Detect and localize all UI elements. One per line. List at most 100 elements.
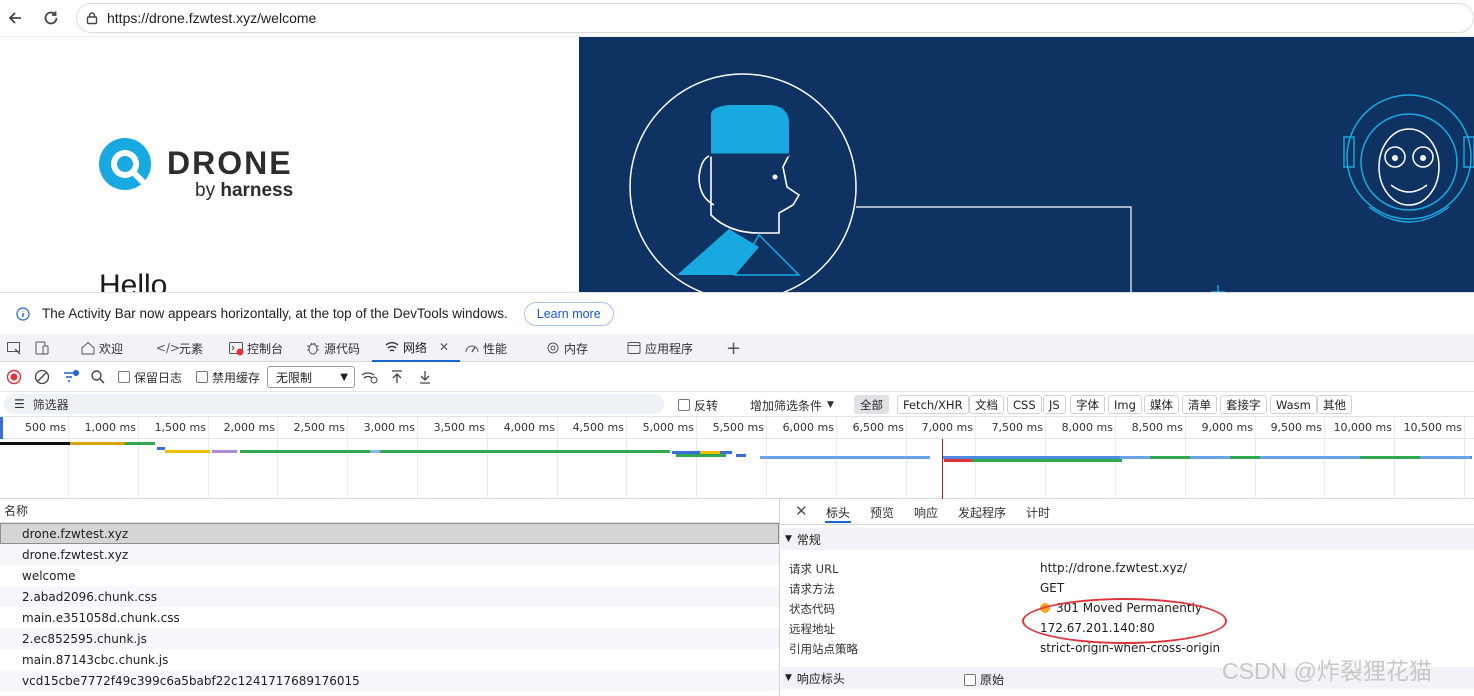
request-row[interactable]: drone.fzwtest.xyz: [0, 523, 779, 544]
filter-chip-all[interactable]: 全部: [854, 395, 889, 414]
timeline-waterfall-bar: [972, 459, 1122, 462]
address-bar[interactable]: https://drone.fzwtest.xyz/welcome: [76, 3, 1474, 33]
filter-toggle-button[interactable]: [62, 368, 80, 386]
header-value-text: http://drone.fzwtest.xyz/: [1040, 561, 1187, 575]
request-row[interactable]: vcd15cbe7772f49c399c6a5babf22c1241717689…: [0, 670, 779, 691]
request-row[interactable]: main.87143cbc.chunk.js: [0, 649, 779, 670]
welcome-left-pane: DRONE by harness Hello: [0, 37, 579, 292]
inspect-icon: [6, 340, 22, 356]
device-toolbar-button[interactable]: [34, 334, 50, 362]
raw-checkbox[interactable]: 原始: [964, 671, 1004, 688]
timeline-waterfall-bar: [760, 456, 930, 459]
request-row[interactable]: drone.fzwtest.xyz: [0, 544, 779, 565]
export-har-button[interactable]: [417, 368, 433, 386]
invert-checkbox[interactable]: 反转: [678, 396, 718, 414]
record-stop-icon: [6, 369, 22, 385]
filter-input[interactable]: ☰ 筛选器: [4, 394, 664, 414]
timeline-waterfall-bar: [212, 450, 237, 453]
filter-icon: [64, 370, 79, 382]
tab-performance[interactable]: 性能: [464, 334, 507, 362]
filter-chip-doc[interactable]: 文档: [969, 395, 1004, 414]
request-rows: drone.fzwtest.xyz drone.fzwtest.xyz welcom…: [0, 523, 779, 691]
preserve-log-box[interactable]: [118, 371, 130, 383]
device-icon: [34, 340, 50, 356]
timeline-waterfall-bar: [0, 442, 70, 445]
timeline-waterfall-bar: [944, 459, 972, 462]
timeline-waterfall-bar: [1150, 456, 1190, 459]
request-row[interactable]: 2.ec852595.chunk.js: [0, 628, 779, 649]
timeline-left-handle[interactable]: [0, 417, 3, 439]
close-tab-icon[interactable]: ✕: [436, 339, 452, 355]
timeline-gridline: [557, 417, 558, 499]
load-event-marker: [942, 439, 943, 499]
filter-chip-font[interactable]: 字体: [1070, 395, 1105, 414]
tab-console[interactable]: 控制台: [228, 334, 283, 362]
add-tab-button[interactable]: +: [726, 334, 741, 362]
timeline-gridline: [696, 417, 697, 499]
network-conditions-button[interactable]: [361, 368, 379, 386]
raw-box[interactable]: [964, 673, 976, 686]
bug-icon: [305, 340, 321, 356]
tab-memory[interactable]: 内存: [545, 334, 588, 362]
back-button[interactable]: [3, 6, 27, 30]
learn-more-button[interactable]: Learn more: [523, 301, 614, 326]
url-text[interactable]: https://drone.fzwtest.xyz/welcome: [107, 10, 316, 26]
timeline-waterfall-bar: [240, 450, 670, 453]
header-value-text: GET: [1040, 581, 1065, 595]
tab-preview[interactable]: 预览: [870, 504, 894, 521]
request-row[interactable]: main.e351058d.chunk.css: [0, 607, 779, 628]
filter-chip-fetch-xhr[interactable]: Fetch/XHR: [897, 395, 969, 414]
filter-chip-css[interactable]: CSS: [1007, 395, 1042, 414]
general-section-header[interactable]: ▼ 常规: [781, 528, 1474, 550]
console-icon: [228, 340, 244, 356]
tab-elements[interactable]: </> 元素: [155, 334, 203, 362]
timeline-waterfall-bar: [700, 451, 720, 454]
timeline-waterfall-bar: [125, 442, 155, 445]
throttling-select[interactable]: 无限制 ▼: [267, 366, 355, 388]
close-details-icon[interactable]: ✕: [795, 502, 808, 520]
timeline-waterfall-bar: [70, 442, 125, 445]
filter-chip-manifest[interactable]: 清单: [1182, 395, 1217, 414]
search-button[interactable]: [90, 368, 106, 386]
tab-headers[interactable]: 标头: [825, 504, 852, 523]
record-button[interactable]: [6, 368, 22, 386]
invert-box[interactable]: [678, 399, 690, 411]
column-header-name[interactable]: 名称: [0, 499, 779, 523]
filter-chip-js[interactable]: JS: [1043, 395, 1066, 414]
filter-chip-socket[interactable]: 套接字: [1220, 395, 1267, 414]
tab-sources[interactable]: 源代码: [305, 334, 360, 362]
code-brackets-icon: </>: [155, 341, 181, 355]
import-har-button[interactable]: [389, 368, 405, 386]
tab-application[interactable]: 应用程序: [626, 334, 693, 362]
tab-network[interactable]: 网络 ✕: [372, 334, 461, 362]
tab-timing[interactable]: 计时: [1026, 504, 1050, 521]
window-icon: [626, 340, 642, 356]
filter-chip-other[interactable]: 其他: [1317, 395, 1352, 414]
astronaut-illustration-icon: [629, 73, 1474, 292]
lock-icon[interactable]: [85, 11, 99, 25]
timeline-gridline: [347, 417, 348, 499]
tab-welcome[interactable]: 欢迎: [80, 334, 123, 362]
request-row[interactable]: 2.abad2096.chunk.css: [0, 586, 779, 607]
disable-cache-box[interactable]: [196, 371, 208, 383]
more-filters-dropdown[interactable]: 增加筛选条件 ▼: [750, 396, 834, 414]
network-timeline-overview[interactable]: 500 ms 1,000 ms 1,500 ms 2,000 ms 2,500 ms 3,…: [0, 417, 1474, 499]
filter-chip-img[interactable]: Img: [1108, 395, 1142, 414]
hero-illustration: [579, 37, 1474, 292]
timeline-gridline: [138, 417, 139, 499]
page-viewport: DRONE by harness Hello: [0, 36, 1474, 292]
tab-response[interactable]: 响应: [914, 504, 938, 521]
inspect-element-button[interactable]: [6, 334, 22, 362]
tab-initiator[interactable]: 发起程序: [958, 504, 1006, 521]
filter-chip-media[interactable]: 媒体: [1144, 395, 1179, 414]
gauge-icon: [464, 340, 480, 356]
wifi-settings-icon: [361, 372, 378, 384]
clear-button[interactable]: [34, 368, 50, 386]
preserve-log-checkbox[interactable]: 保留日志: [118, 368, 182, 386]
disable-cache-checkbox[interactable]: 禁用缓存: [196, 368, 260, 386]
reload-button[interactable]: [39, 6, 63, 30]
header-key: 远程地址: [789, 622, 835, 636]
filter-chip-wasm[interactable]: Wasm: [1270, 395, 1317, 414]
request-row[interactable]: welcome: [0, 565, 779, 586]
reload-icon: [44, 11, 58, 25]
